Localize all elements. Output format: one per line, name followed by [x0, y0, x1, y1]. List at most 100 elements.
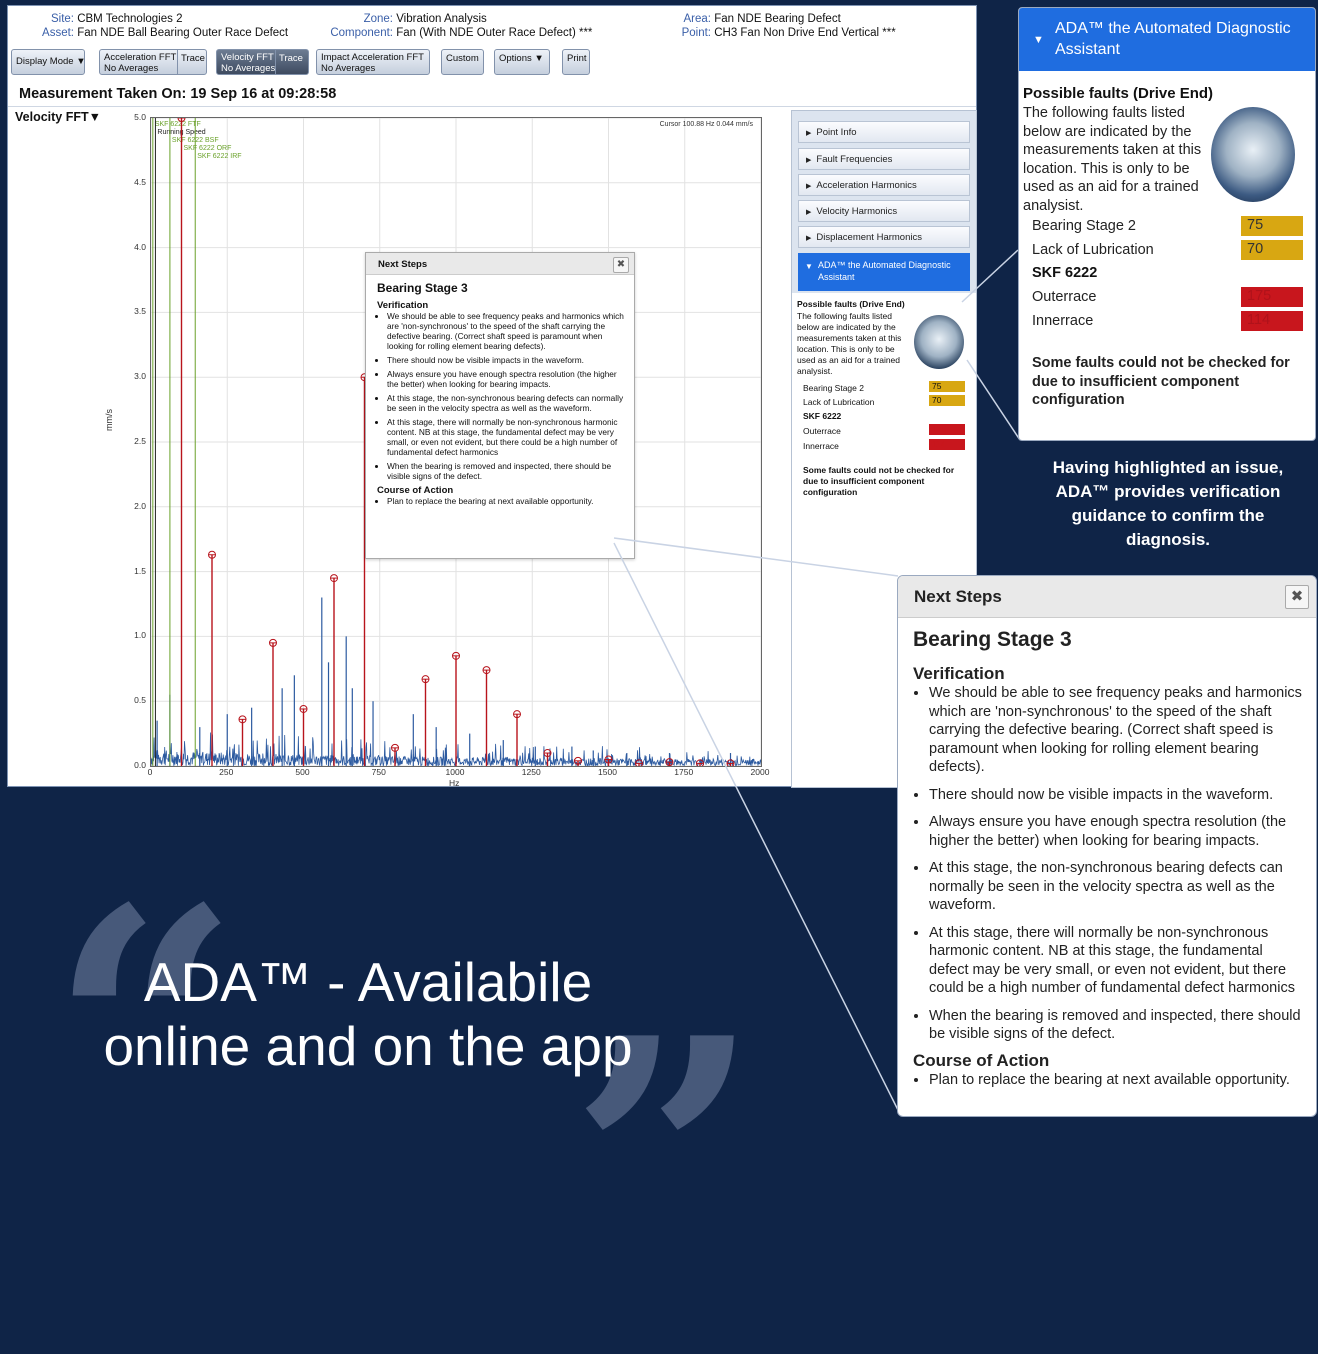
verification-item: At this stage, there will normally be no… [387, 417, 624, 457]
next-steps-zoom: Next Steps ✖ Bearing Stage 3 Verificatio… [897, 575, 1317, 1117]
verification-item: When the bearing is removed and inspecte… [929, 1007, 1306, 1044]
y-tick-label: 2.0 [134, 500, 146, 511]
velocity-trace-button[interactable]: Trace [279, 53, 303, 64]
fault-name: Outerrace [803, 426, 841, 436]
y-tick-label: 3.5 [134, 306, 146, 317]
course-of-action-heading: Course of Action [377, 485, 454, 496]
x-tick-label: 750 [371, 767, 386, 777]
verification-item: Always ensure you have enough spectra re… [929, 813, 1306, 850]
fault-score: 175 [929, 424, 965, 435]
ada-panel-zoom: ▼ ADA™ the Automated Diagnostic Assistan… [1018, 7, 1316, 441]
acceleration-trace-button[interactable]: Trace [181, 53, 205, 64]
fault-score: 75 [1241, 216, 1303, 236]
fault-name: Outerrace [1032, 289, 1097, 305]
point-info-accordion[interactable]: ▶ Point Info [798, 121, 970, 143]
custom-button[interactable]: Custom [441, 49, 484, 75]
action-item: Plan to replace the bearing at next avai… [929, 1071, 1306, 1090]
fault-score: 70 [929, 395, 965, 406]
verification-list: We should be able to see frequency peaks… [377, 311, 624, 481]
stage-title: Bearing Stage 3 [377, 281, 468, 295]
x-tick-label: 0 [147, 767, 153, 777]
course-of-action-list: Plan to replace the bearing at next avai… [913, 1071, 1306, 1090]
x-tick-label: 1750 [674, 767, 694, 777]
verification-item: There should now be visible impacts in t… [387, 355, 624, 365]
acceleration-fft-button[interactable]: Acceleration FFT No Averages Trace [99, 49, 207, 75]
x-tick-label: 1500 [598, 767, 617, 777]
chart-type-selector[interactable]: Velocity FFT▼ [15, 110, 101, 124]
verification-item: At this stage, the non-synchronous beari… [387, 393, 624, 413]
close-icon[interactable]: ✖ [1285, 585, 1309, 609]
ada-intro-text: The following faults listed below are in… [1023, 105, 1202, 214]
bearing-group-heading: SKF 6222 [1032, 265, 1098, 281]
accordion-label: Fault Frequencies [816, 154, 893, 165]
measurement-timestamp: Measurement Taken On: 19 Sep 16 at 09:28… [19, 86, 337, 102]
site-row: Site: CBM Technologies 2 [8, 12, 182, 26]
chevron-down-icon: ▼ [1033, 34, 1044, 46]
verification-heading: Verification [913, 664, 1005, 683]
verification-item: We should be able to see frequency peaks… [387, 311, 624, 351]
possible-faults-heading: Possible faults (Drive End) [1023, 85, 1214, 102]
displacement-harmonics-accordion[interactable]: ▶ Displacement Harmonics [798, 226, 970, 248]
cursor-readout: Cursor 100.88 Hz 0.044 mm/s [659, 121, 753, 128]
robot-avatar-icon [1211, 107, 1295, 202]
caption-text: Having highlighted an issue, ADA™ provid… [1052, 458, 1284, 549]
fault-score: 114 [929, 439, 965, 450]
y-tick-label: 4.0 [134, 241, 146, 252]
area-row: Area: Fan NDE Bearing Defect [675, 12, 841, 26]
ada-title: ADA™ the Automated Diagnostic Assistant [818, 260, 951, 282]
ada-note: Some faults could not be checked for due… [1032, 355, 1290, 408]
y-tick-label: 0.5 [134, 695, 146, 706]
y-tick-label: 4.5 [134, 176, 146, 187]
action-item: Plan to replace the bearing at next avai… [387, 496, 624, 506]
y-tick-label: 5.0 [134, 112, 146, 122]
verification-item: Always ensure you have enough spectra re… [387, 369, 624, 389]
tagline-line-2: online and on the app [103, 1015, 633, 1077]
verification-item: At this stage, there will normally be no… [929, 924, 1306, 998]
course-of-action-heading: Course of Action [913, 1050, 1050, 1070]
stage-title: Bearing Stage 3 [913, 628, 1072, 651]
x-tick-label: 500 [295, 767, 310, 777]
accordion-label: Velocity Harmonics [816, 206, 898, 217]
zone-row: Zone: Vibration Analysis [323, 12, 487, 26]
asset-label: Asset: [42, 27, 74, 39]
fault-frequencies-accordion[interactable]: ▶ Fault Frequencies [798, 148, 970, 170]
accordion-label: Acceleration Harmonics [816, 180, 917, 191]
print-button[interactable]: Print [562, 49, 590, 75]
fault-score: 114 [1241, 311, 1303, 331]
accordion-label: Point Info [816, 127, 857, 138]
impact-fft-sublabel: No Averages [321, 63, 376, 74]
point-row: Point: CH3 Fan Non Drive End Vertical **… [675, 26, 896, 40]
analysis-window: Site: CBM Technologies 2 Asset: Fan NDE … [7, 5, 977, 788]
y-tick-label: 2.5 [134, 436, 146, 446]
zone-label: Zone: [363, 13, 393, 25]
chevron-down-icon: ▼ [805, 262, 813, 271]
fault-name: Bearing Stage 2 [803, 383, 864, 393]
tagline-line-1: ADA™ - Availabile [143, 951, 593, 1013]
x-tick-label: 250 [219, 767, 234, 777]
velocity-harmonics-accordion[interactable]: ▶ Velocity Harmonics [798, 200, 970, 222]
ada-accordion-open[interactable]: ▼ ADA™ the Automated Diagnostic Assistan… [798, 253, 970, 291]
impact-fft-label: Impact Acceleration FFT [321, 52, 424, 63]
verification-item: When the bearing is removed and inspecte… [387, 461, 624, 481]
impact-acceleration-fft-button[interactable]: Impact Acceleration FFT No Averages [316, 49, 430, 75]
acceleration-harmonics-accordion[interactable]: ▶ Acceleration Harmonics [798, 174, 970, 196]
close-icon[interactable]: ✖ [613, 257, 629, 273]
component-label: Component: [330, 27, 393, 39]
next-steps-popup: Next Steps ✖ Bearing Stage 3 Verificatio… [365, 252, 635, 559]
options-button[interactable]: Options ▼ [494, 49, 550, 75]
next-steps-title: Next Steps [898, 576, 1316, 618]
ada-accordion-zoom[interactable]: ▼ ADA™ the Automated Diagnostic Assistan… [1019, 8, 1315, 71]
site-label: Site: [50, 13, 74, 25]
area-value: Fan NDE Bearing Defect [714, 13, 841, 25]
y-tick-label: 1.5 [134, 565, 146, 576]
verification-heading: Verification [377, 300, 429, 311]
verification-item: We should be able to see frequency peaks… [929, 684, 1306, 777]
fault-name: Innerrace [1032, 313, 1094, 329]
x-axis-label: Hz [449, 778, 460, 788]
velocity-fft-button[interactable]: Velocity FFT No Averages Trace [216, 49, 309, 75]
verification-item: At this stage, the non-synchronous beari… [929, 859, 1306, 915]
fault-name: Innerrace [803, 441, 839, 451]
display-mode-button[interactable]: Display Mode ▼ [11, 49, 86, 75]
asset-value: Fan NDE Ball Bearing Outer Race Defect [77, 27, 289, 39]
possible-faults-heading: Possible faults (Drive End) [797, 299, 905, 309]
